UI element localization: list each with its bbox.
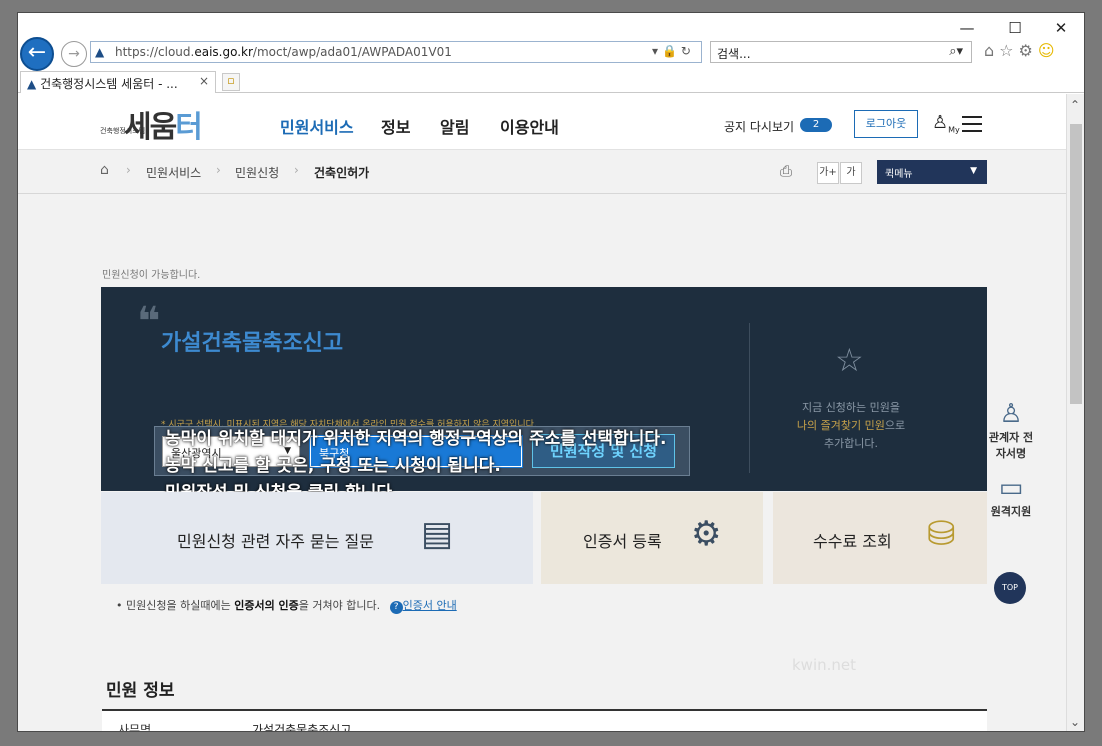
smiley-feedback-icon[interactable]: ☺ [1038, 41, 1060, 60]
minimize-button[interactable]: — [952, 19, 982, 37]
new-tab-button[interactable]: ▫ [222, 73, 240, 91]
tab-row: ▲ 건축행정시스템 세움터 - ... × ▫ [18, 69, 1084, 93]
faq-card-label: 민원신청 관련 자주 묻는 질문 [177, 532, 374, 551]
chevron-right-icon: › [126, 163, 131, 177]
available-text: 민원신청이 가능합니다. [102, 270, 201, 281]
coins-icon: ⛁ [927, 514, 956, 554]
arrow-right-icon: → [68, 46, 80, 62]
caret-down-icon: ▼ [970, 166, 977, 176]
browser-window: — ☐ ✕ ← → ▲ https://cloud.eais.go.kr/moc… [17, 12, 1085, 732]
search-input[interactable]: 검색... ⌕▾ [710, 41, 972, 63]
faq-card[interactable]: 민원신청 관련 자주 묻는 질문 ▤ [101, 492, 533, 584]
scroll-down-icon[interactable]: ⌄ [1070, 715, 1080, 729]
stakeholder-signature-link[interactable]: ♙ 관계자 전자서명 [984, 399, 1038, 461]
chevron-right-icon: › [294, 163, 299, 177]
nav-notice[interactable]: 알림 [440, 114, 469, 138]
address-url: https://cloud.eais.go.kr/moct/awp/ada01/… [115, 45, 452, 59]
browser-tab[interactable]: ▲ 건축행정시스템 세움터 - ... × [20, 71, 216, 93]
tab-favicon-icon: ▲ [27, 77, 37, 91]
browser-nav-row: ← → ▲ https://cloud.eais.go.kr/moct/awp/… [18, 37, 1084, 71]
watermark: kwin.net [792, 656, 857, 674]
civil-info-title: 민원 정보 [106, 681, 175, 701]
web-page: 건축행정시스템 세움터 민원서비스 정보 알림 이용안내 공지 다시보기 2 로… [18, 94, 1068, 732]
site-header: 건축행정시스템 세움터 민원서비스 정보 알림 이용안내 공지 다시보기 2 로… [18, 94, 1068, 150]
home-icon[interactable]: ⌂ [984, 41, 999, 60]
side-quick-menu: ♙ 관계자 전자서명 ▭ 원격지원 [984, 399, 1038, 531]
nav-info[interactable]: 정보 [381, 114, 410, 138]
font-decrease-button[interactable]: 가 [840, 162, 862, 184]
forward-button[interactable]: → [61, 41, 87, 67]
hero-title: 가설건축물축조신고 [161, 331, 344, 356]
page-scrollbar[interactable]: ⌃ ⌄ [1066, 94, 1084, 731]
breadcrumb: ⌂ › 민원서비스 › 민원신청 › 건축인허가 ⎙ 가+ 가 퀵메뉴 ▼ [18, 150, 1068, 194]
notice-count-badge: 2 [800, 118, 832, 132]
maximize-button[interactable]: ☐ [1000, 19, 1030, 37]
civil-info-table: 사무명 가설건축물축조신고 [102, 709, 987, 732]
cert-note: • 민원신청을 하실때에는 인증서의 인증을 거쳐야 합니다. ? 인증서 안내 [116, 599, 457, 614]
cert-guide-link[interactable]: 인증서 안내 [403, 599, 457, 612]
fee-inquiry-card[interactable]: 수수료 조회 ⛁ [773, 492, 987, 584]
toolbar-icons: ⌂☆⚙☺ [984, 41, 1060, 60]
gear-icon[interactable]: ⚙ [1019, 41, 1038, 60]
search-placeholder: 검색... [717, 47, 751, 61]
person-check-icon: ♙ [999, 399, 1023, 429]
scroll-up-icon[interactable]: ⌃ [1070, 98, 1080, 112]
site-favicon-icon: ▲ [95, 45, 105, 59]
nav-guide[interactable]: 이용안내 [500, 114, 559, 138]
site-logo[interactable]: 세움터 [124, 102, 203, 146]
scrollbar-thumb[interactable] [1070, 124, 1082, 404]
address-bar[interactable]: ▲ https://cloud.eais.go.kr/moct/awp/ada0… [90, 41, 702, 63]
scroll-top-button[interactable]: TOP [994, 572, 1026, 604]
table-header-cell: 사무명 [118, 723, 152, 732]
favorite-add-text: 지금 신청하는 민원을 나의 즐겨찾기 민원으로 추가합니다. [796, 401, 906, 450]
nav-civil-service[interactable]: 민원서비스 [280, 114, 354, 138]
breadcrumb-civil-service[interactable]: 민원서비스 [146, 164, 201, 181]
cert-register-label: 인증서 등록 [583, 532, 662, 551]
print-icon[interactable]: ⎙ [780, 162, 792, 180]
address-tools[interactable]: ▾🔒↻ [652, 44, 695, 58]
faq-document-icon: ▤ [421, 514, 454, 554]
home-icon[interactable]: ⌂ [100, 162, 109, 178]
chevron-right-icon: › [216, 163, 221, 177]
favorites-star-icon[interactable]: ☆ [999, 41, 1018, 60]
quote-icon: ❝ [137, 299, 161, 345]
notice-replay-link[interactable]: 공지 다시보기 [724, 118, 794, 135]
arrow-left-icon: ← [27, 40, 47, 65]
breadcrumb-application[interactable]: 민원신청 [235, 164, 279, 181]
cert-register-card[interactable]: 인증서 등록 ⚙ [541, 492, 763, 584]
monitor-icon: ▭ [998, 473, 1024, 503]
tab-title: 건축행정시스템 세움터 - ... [40, 77, 178, 91]
back-button[interactable]: ← [20, 37, 54, 71]
cert-gear-icon: ⚙ [691, 514, 722, 554]
hamburger-menu-icon[interactable] [962, 116, 982, 137]
close-button[interactable]: ✕ [1046, 19, 1076, 37]
star-icon[interactable]: ☆ [835, 341, 864, 379]
breadcrumb-current: 건축인허가 [314, 166, 370, 180]
hero-divider [749, 323, 750, 473]
question-icon: ? [389, 601, 403, 614]
tab-close-icon[interactable]: × [199, 74, 209, 88]
font-increase-button[interactable]: 가+ [817, 162, 839, 184]
logout-button[interactable]: 로그아웃 [854, 110, 918, 138]
table-row: 사무명 가설건축물축조신고 [102, 711, 987, 732]
remote-support-link[interactable]: ▭ 원격지원 [984, 473, 1038, 519]
search-icon[interactable]: ⌕▾ [949, 44, 963, 59]
my-page-icon[interactable]: ♙My [932, 112, 960, 135]
quick-menu-select[interactable]: 퀵메뉴 ▼ [877, 160, 987, 184]
table-cell: 가설건축물축조신고 [252, 723, 352, 732]
fee-inquiry-label: 수수료 조회 [813, 532, 892, 551]
